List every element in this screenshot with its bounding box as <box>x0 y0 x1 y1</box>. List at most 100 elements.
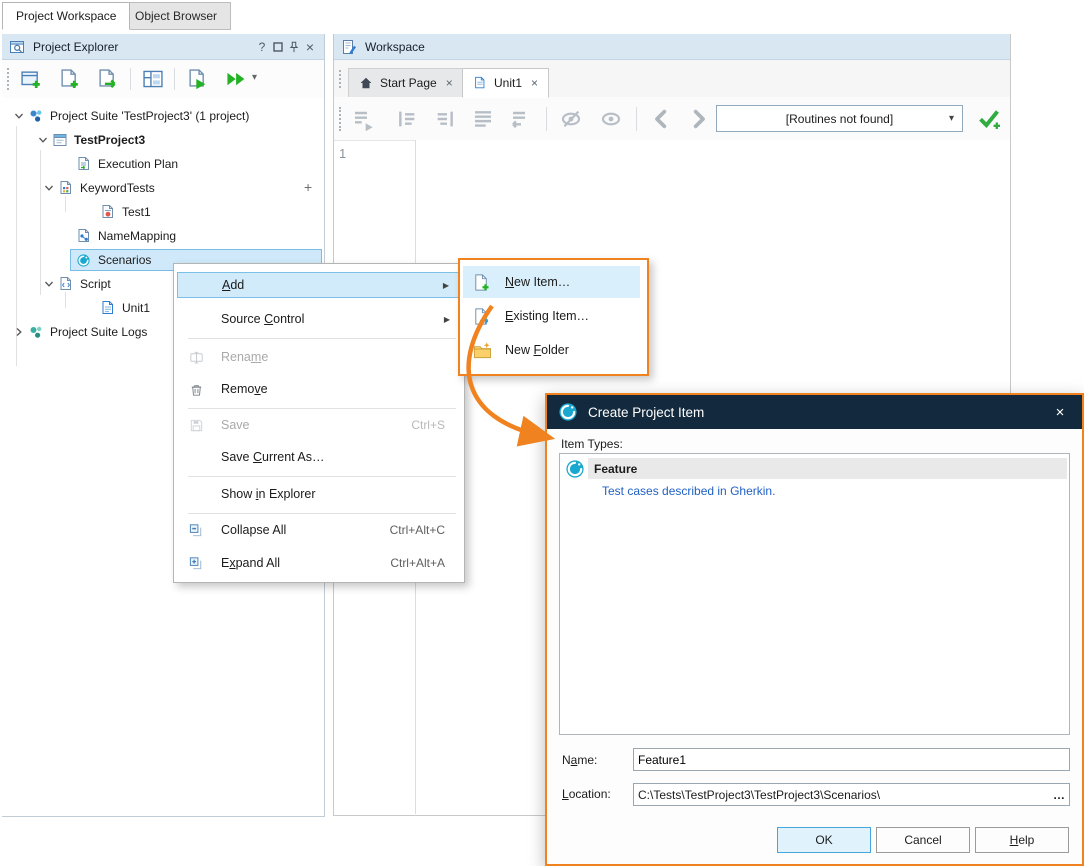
routines-dropdown-value: [Routines not found] <box>786 112 893 126</box>
menu-item-label: Save <box>221 418 250 432</box>
item-types-list[interactable]: Feature Test cases described in Gherkin. <box>559 453 1070 735</box>
dialog-close-button[interactable]: × <box>1050 402 1070 422</box>
execution-plan-icon <box>76 156 93 172</box>
align-left-button[interactable] <box>392 104 422 134</box>
tab-close-icon[interactable]: × <box>446 76 453 90</box>
navigate-forward-button[interactable] <box>684 104 714 134</box>
menu-item-source-control[interactable]: Source Control ▶ <box>177 306 459 332</box>
submenu-arrow-icon: ▶ <box>444 315 450 324</box>
tree-item-execution-plan[interactable]: Execution Plan <box>4 152 380 176</box>
float-window-button[interactable] <box>270 39 286 55</box>
format-code-button[interactable] <box>348 104 378 134</box>
help-button[interactable]: ? <box>254 39 270 55</box>
chevron-down-icon[interactable] <box>34 135 52 145</box>
navigate-back-button[interactable] <box>646 104 676 134</box>
feature-description: Test cases described in Gherkin. <box>602 484 775 498</box>
menu-item-label: Show in Explorer <box>221 487 316 501</box>
menu-separator <box>188 513 456 514</box>
tree-item-label: TestProject3 <box>74 133 145 147</box>
tab-project-workspace[interactable]: Project Workspace <box>2 2 130 30</box>
submenu-item-new-item[interactable]: New Item… <box>463 266 640 298</box>
help-button[interactable]: Help <box>975 827 1069 853</box>
tree-item-label: Script <box>80 277 111 291</box>
help-button-label: Help <box>1010 833 1035 847</box>
tree-item-label: Test1 <box>122 205 151 219</box>
submenu-item-new-folder[interactable]: New Folder <box>463 334 640 366</box>
add-submenu: New Item… Existing Item… New Folder <box>458 258 649 376</box>
tree-item-label: Project Suite 'TestProject3' (1 project) <box>50 109 249 123</box>
new-project-suite-button[interactable] <box>16 64 46 94</box>
toolbar-grip[interactable] <box>339 107 341 131</box>
toolbar-separator <box>546 107 547 131</box>
scenarios-icon <box>76 253 93 268</box>
organize-panels-button[interactable] <box>138 64 168 94</box>
menu-item-add[interactable]: Add ▶ <box>177 272 459 298</box>
context-menu: Add ▶ Source Control ▶ Rename Remove Sav… <box>173 263 465 583</box>
suite-logs-icon <box>28 324 45 340</box>
dialog-titlebar[interactable]: Create Project Item × <box>547 395 1082 429</box>
tree-item-label: KeywordTests <box>80 181 155 195</box>
unit-icon <box>100 300 117 316</box>
browse-button[interactable]: … <box>1053 788 1065 802</box>
expand-all-icon <box>188 555 208 572</box>
feature-header-band: Feature <box>588 458 1067 479</box>
gherkin-icon <box>565 459 585 479</box>
close-panel-button[interactable]: × <box>302 39 318 55</box>
quick-add-button[interactable]: + <box>304 180 312 194</box>
menu-item-remove[interactable]: Remove <box>177 376 459 402</box>
home-icon <box>359 76 373 90</box>
routines-dropdown[interactable]: [Routines not found] ▾ <box>716 105 963 132</box>
menu-item-save-current-as[interactable]: Save Current As… <box>177 444 459 470</box>
chevron-down-icon[interactable] <box>10 111 28 121</box>
align-right-button[interactable] <box>430 104 460 134</box>
chevron-down-icon[interactable] <box>40 279 58 289</box>
menu-item-expand-all[interactable]: Expand All Ctrl+Alt+A <box>177 550 459 576</box>
project-suite-icon <box>28 108 45 124</box>
chevron-right-icon[interactable] <box>10 327 28 337</box>
new-project-button[interactable] <box>54 64 84 94</box>
remove-icon <box>188 381 208 398</box>
justify-lines-button[interactable] <box>468 104 498 134</box>
toolbar-separator <box>130 68 131 90</box>
menu-item-label: Collapse All <box>221 523 286 537</box>
menu-item-collapse-all[interactable]: Collapse All Ctrl+Alt+C <box>177 517 459 543</box>
menu-item-label: Add <box>222 278 244 292</box>
menu-item-save: Save Ctrl+S <box>177 412 459 438</box>
ok-button-label: OK <box>815 833 832 847</box>
tab-close-icon[interactable]: × <box>531 76 538 90</box>
cancel-button[interactable]: Cancel <box>876 827 970 853</box>
pin-panel-button[interactable] <box>286 39 302 55</box>
tree-item-project-suite[interactable]: Project Suite 'TestProject3' (1 project) <box>4 104 332 128</box>
submenu-item-existing-item[interactable]: Existing Item… <box>463 300 640 332</box>
project-explorer-toolbar: ▾ <box>2 60 324 98</box>
tabstrip-grip[interactable] <box>339 70 341 88</box>
run-dropdown-caret-icon[interactable]: ▾ <box>252 72 257 83</box>
list-item-feature[interactable]: Feature Test cases described in Gherkin. <box>560 454 1069 498</box>
add-existing-item-button[interactable] <box>92 64 122 94</box>
menu-item-label: Save Current As… <box>221 450 325 464</box>
tab-start-page[interactable]: Start Page × <box>348 68 464 98</box>
run-test-button[interactable] <box>182 64 212 94</box>
tree-item-label: Execution Plan <box>98 157 178 171</box>
tree-item-testproject3[interactable]: TestProject3 <box>4 128 356 152</box>
menu-item-show-in-explorer[interactable]: Show in Explorer <box>177 481 459 507</box>
new-item-icon <box>472 273 496 292</box>
run-project-button[interactable] <box>220 64 250 94</box>
dialog-title: Create Project Item <box>588 405 704 420</box>
tree-item-namemapping[interactable]: NameMapping <box>4 224 380 248</box>
menu-shortcut: Ctrl+Alt+A <box>390 556 445 570</box>
tab-unit1[interactable]: Unit1 × <box>462 68 549 98</box>
syntax-check-button[interactable] <box>974 103 1004 133</box>
ok-button[interactable]: OK <box>777 827 871 853</box>
tab-object-browser[interactable]: Object Browser <box>121 2 231 30</box>
name-input[interactable] <box>633 748 1070 771</box>
location-input[interactable]: C:\Tests\TestProject3\TestProject3\Scena… <box>633 783 1070 806</box>
cancel-button-label: Cancel <box>904 833 941 847</box>
hide-execution-point-button[interactable] <box>556 104 586 134</box>
show-execution-point-button[interactable] <box>596 104 626 134</box>
tree-item-keywordtests[interactable]: KeywordTests <box>4 176 380 200</box>
chevron-down-icon[interactable] <box>40 183 58 193</box>
outdent-button[interactable] <box>506 104 536 134</box>
toolbar-grip[interactable] <box>7 68 9 90</box>
tree-item-label: NameMapping <box>98 229 176 243</box>
